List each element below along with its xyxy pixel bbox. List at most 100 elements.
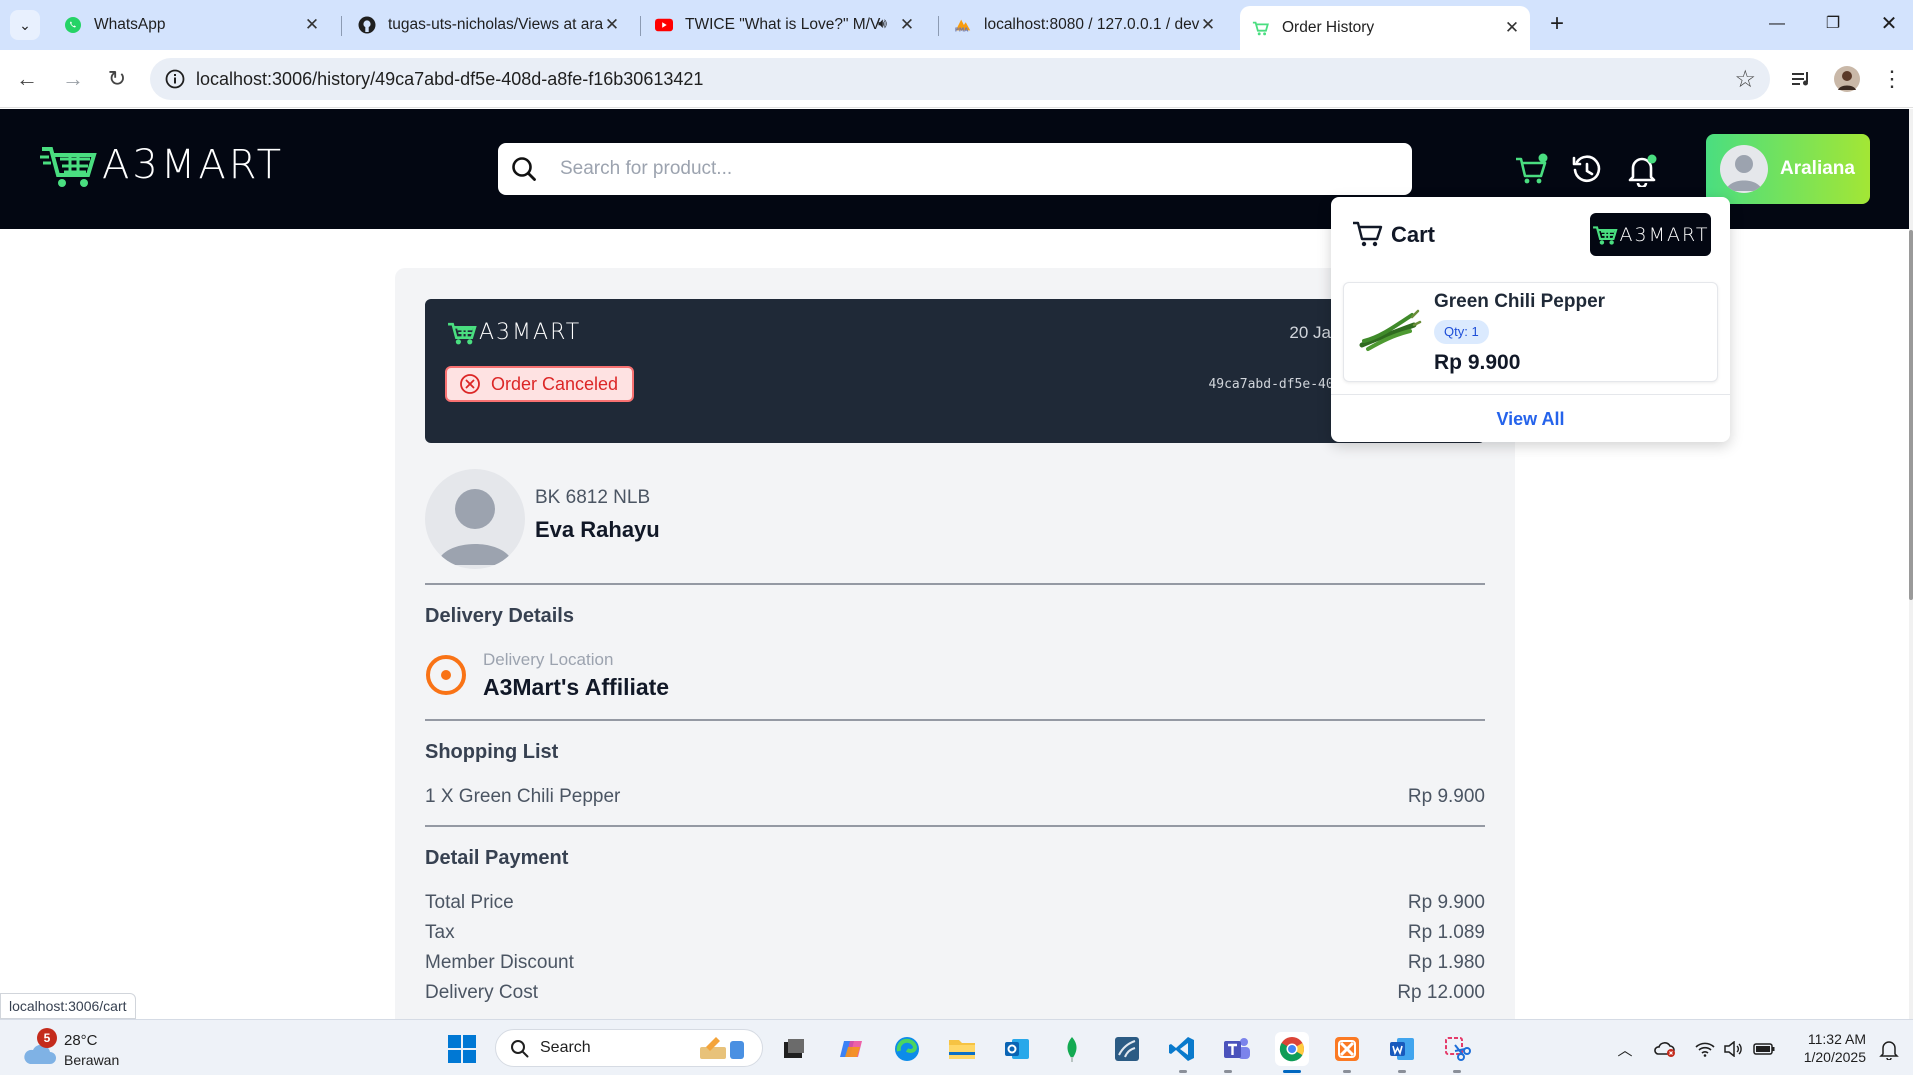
search-highlight-icon (700, 1037, 744, 1059)
new-tab-button[interactable]: + (1543, 10, 1571, 38)
cart-icon[interactable] (1514, 153, 1548, 187)
driver-info: BK 6812 NLB Eva Rahayu (425, 469, 660, 569)
audio-playing-icon[interactable]: 🔊︎ (878, 15, 887, 32)
cart-item[interactable]: Green Chili Pepper Qty: 1 Rp 9.900 (1343, 282, 1718, 382)
address-bar[interactable]: localhost:3006/history/49ca7abd-df5e-408… (150, 58, 1770, 100)
media-controls-icon[interactable] (1787, 64, 1817, 94)
notification-center-bell-icon[interactable] (1878, 1038, 1900, 1060)
tab-title: WhatsApp (94, 16, 166, 33)
phpmyadmin-icon: PMA (954, 16, 972, 34)
basket-logo-icon (40, 147, 97, 187)
logo-text: A3MART (102, 142, 285, 188)
restore-button[interactable]: ❐ (1810, 8, 1856, 40)
cart-icon (1353, 221, 1383, 247)
payment-label: Total Price (425, 892, 514, 913)
battery-icon[interactable] (1753, 1038, 1775, 1060)
location-value: A3Mart's Affiliate (483, 674, 670, 700)
browser-menu-icon[interactable]: ⋮ (1877, 64, 1907, 94)
xampp-icon[interactable] (1330, 1032, 1364, 1066)
divider (425, 825, 1485, 827)
cart-title: Cart (1391, 222, 1436, 247)
product-search-bar[interactable] (498, 143, 1412, 195)
active-indicator (1283, 1070, 1301, 1073)
outlook-icon[interactable] (1000, 1032, 1034, 1066)
weather-condition: Berawan (64, 1052, 120, 1068)
close-tab-icon[interactable]: ✕ (602, 15, 622, 35)
close-window-button[interactable]: ✕ (1866, 8, 1912, 40)
youtube-icon (655, 16, 673, 34)
profile-avatar[interactable] (1832, 64, 1862, 94)
edge-icon[interactable] (890, 1032, 924, 1066)
svg-text:PMA: PMA (955, 27, 969, 33)
cancel-circle-icon (460, 374, 480, 394)
forward-button[interactable]: → (58, 64, 88, 94)
github-icon (358, 16, 376, 34)
word-icon[interactable] (1385, 1032, 1419, 1066)
driver-avatar (425, 469, 525, 569)
history-icon[interactable] (1570, 153, 1604, 187)
search-input[interactable] (560, 151, 1380, 187)
show-hidden-icons-chevron-icon[interactable]: ︿ (1614, 1038, 1636, 1060)
taskbar-search[interactable]: Search (495, 1029, 763, 1067)
search-icon (512, 157, 536, 181)
tab-order-history[interactable]: Order History ✕ (1240, 6, 1530, 50)
view-all-link[interactable]: View All (1331, 394, 1730, 442)
site-info-icon[interactable] (164, 68, 186, 90)
order-header: A3MART 20 Januar Order Canceled 49ca7abd… (425, 299, 1485, 443)
driver-name: Eva Rahayu (535, 517, 660, 542)
tab-title: TWICE "What is Love?" M/V (685, 16, 881, 33)
tab-phpmyadmin[interactable]: PMA localhost:8080 / 127.0.0.1 / dev ✕ (942, 8, 1226, 42)
copilot-icon[interactable] (835, 1032, 869, 1066)
windows-start-icon[interactable] (447, 1034, 477, 1064)
notification-bell-icon[interactable] (1625, 153, 1659, 187)
tab-title: tugas-uts-nicholas/Views at ara (388, 16, 604, 33)
cart-item-name: Green Chili Pepper (1434, 291, 1606, 312)
close-tab-icon[interactable]: ✕ (897, 15, 917, 35)
bookmark-star-icon[interactable]: ☆ (1734, 65, 1756, 94)
minimize-button[interactable]: — (1754, 8, 1800, 40)
whatsapp-icon (64, 16, 82, 34)
close-tab-icon[interactable]: ✕ (1502, 18, 1522, 38)
shopping-list-heading: Shopping List (425, 741, 559, 763)
user-profile-button[interactable]: Araliana (1706, 134, 1870, 204)
teams-icon[interactable] (1220, 1032, 1254, 1066)
taskbar-search-label: Search (540, 1039, 591, 1056)
mongodb-icon[interactable] (1055, 1032, 1089, 1066)
search-icon (511, 1040, 529, 1058)
back-button[interactable]: ← (12, 64, 42, 94)
logo-text: A3MART (479, 320, 582, 345)
detail-payment-heading: Detail Payment (425, 847, 569, 869)
payment-label: Tax (425, 922, 455, 943)
tab-title: localhost:8080 / 127.0.0.1 / dev (984, 16, 1200, 33)
page-scrollbar-thumb[interactable] (1909, 230, 1913, 600)
notification-badge: 5 (37, 1028, 57, 1048)
vscode-icon[interactable] (1165, 1032, 1199, 1066)
close-tab-icon[interactable]: ✕ (1198, 15, 1218, 35)
wifi-icon[interactable] (1694, 1038, 1716, 1060)
reload-icon[interactable]: ↻ (102, 64, 132, 94)
tab-search-chevron-icon[interactable]: ⌄ (10, 10, 40, 40)
snipping-tool-icon[interactable] (1440, 1032, 1474, 1066)
tab-youtube[interactable]: TWICE "What is Love?" M/V 🔊︎ ✕ (643, 8, 925, 42)
a3mart-logo[interactable]: A3MART (40, 139, 284, 191)
green-chili-image (1359, 309, 1422, 351)
system-clock[interactable]: 11:32 AM 1/20/2025 (1790, 1030, 1866, 1066)
file-explorer-icon[interactable] (945, 1032, 979, 1066)
task-view-icon[interactable] (777, 1032, 811, 1066)
divider (425, 583, 1485, 585)
cart-item-qty: Qty: 1 (1434, 320, 1489, 344)
cart-item-price: Rp 9.900 (1434, 351, 1521, 374)
cart-dropdown: Cart A3MART Green Chili Pepper Qty: 1 Rp… (1331, 197, 1730, 442)
volume-icon[interactable] (1722, 1038, 1744, 1060)
onedrive-error-icon[interactable] (1654, 1038, 1676, 1060)
tab-whatsapp[interactable]: WhatsApp ✕ (52, 8, 330, 42)
basket-logo-icon (1592, 226, 1618, 245)
tab-title: Order History (1282, 19, 1375, 36)
status-badge: Order Canceled (445, 366, 635, 402)
chrome-icon[interactable] (1275, 1032, 1309, 1066)
tab-github[interactable]: tugas-uts-nicholas/Views at ara ✕ (346, 8, 630, 42)
mysql-workbench-icon[interactable] (1110, 1032, 1144, 1066)
close-tab-icon[interactable]: ✕ (302, 15, 322, 35)
divider (425, 719, 1485, 721)
avatar (1720, 145, 1768, 193)
